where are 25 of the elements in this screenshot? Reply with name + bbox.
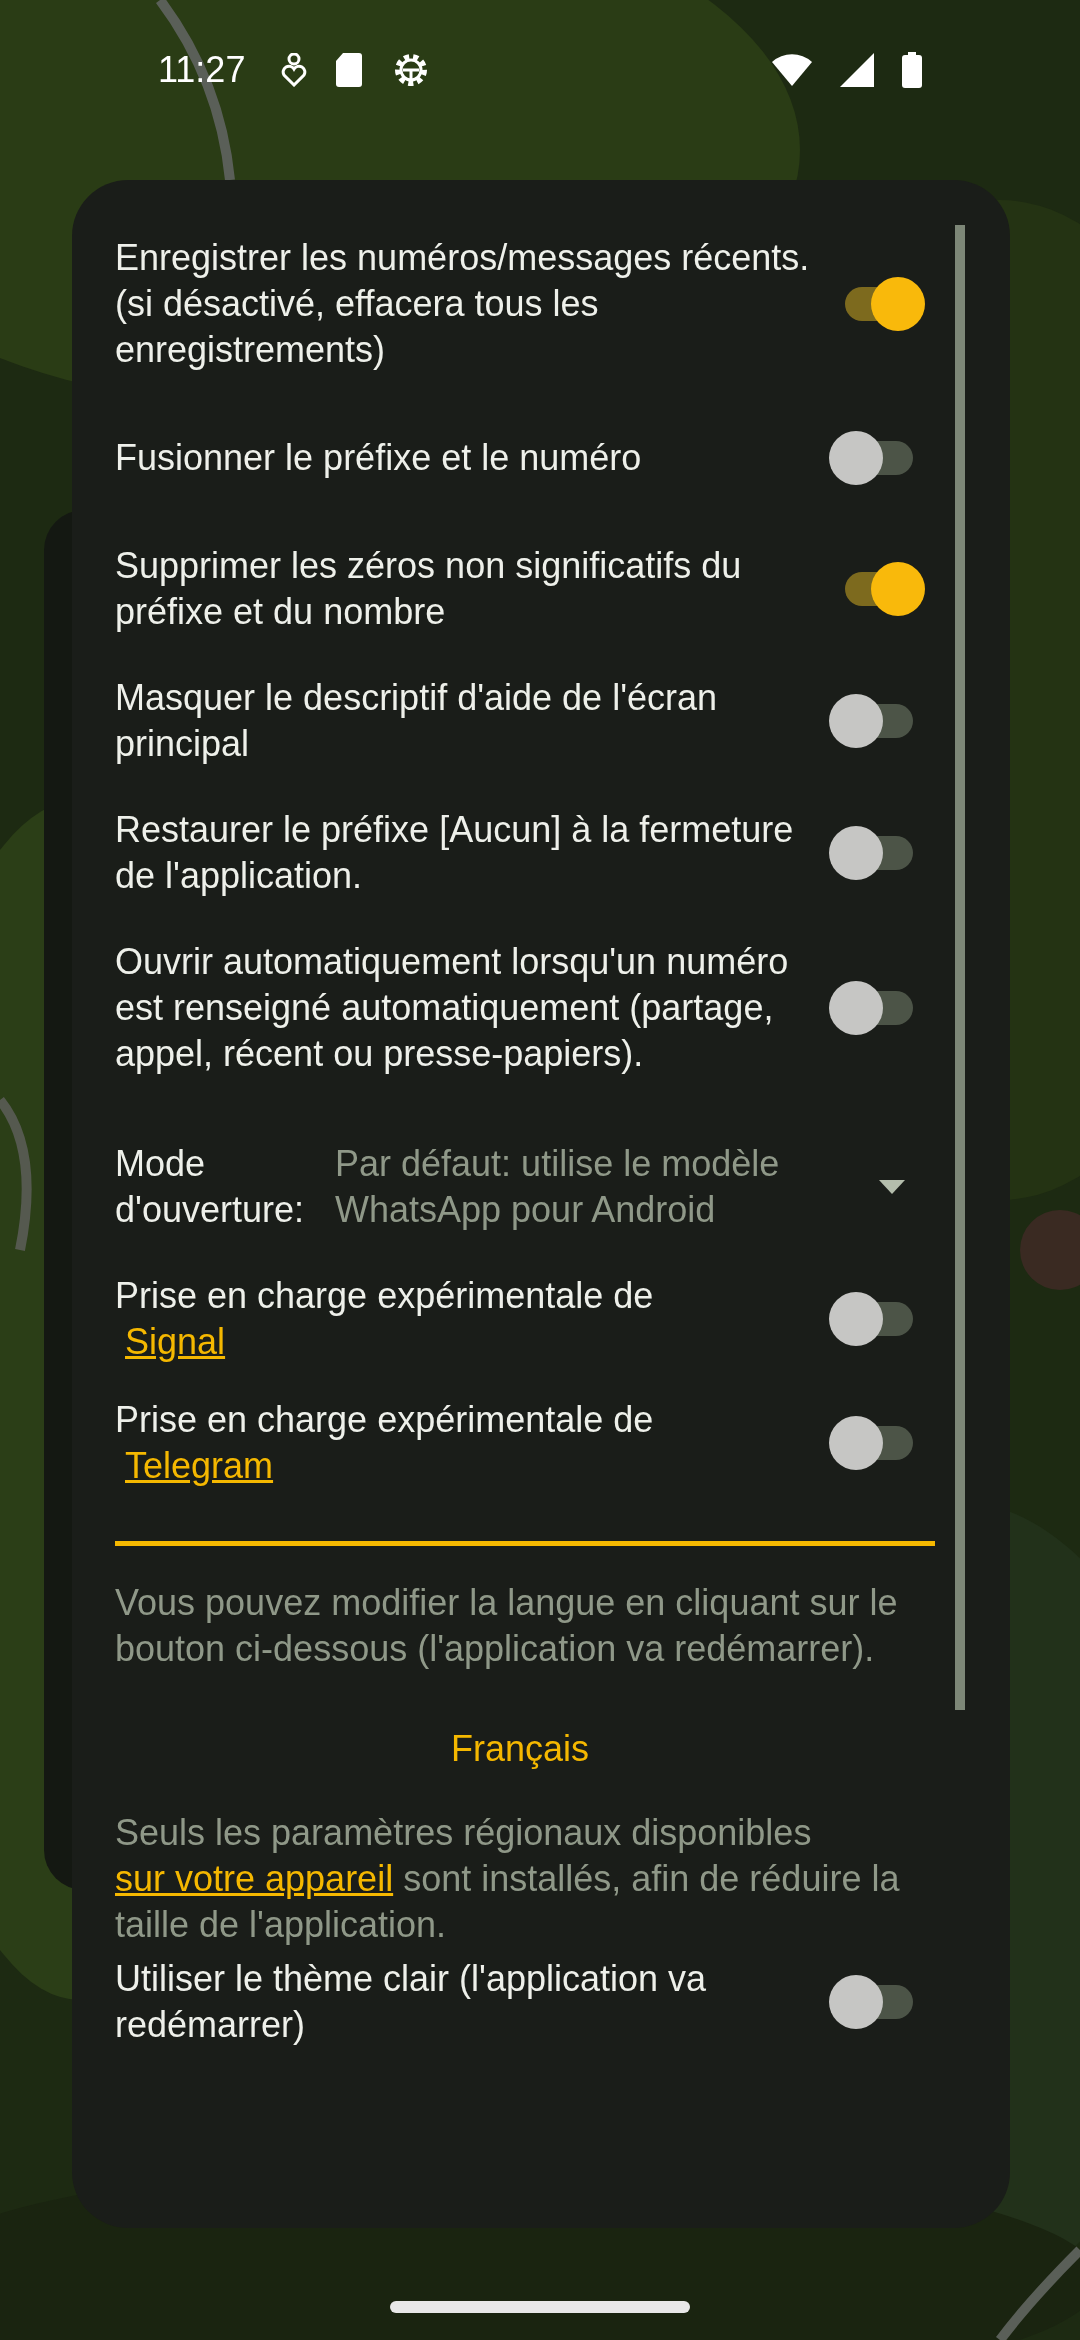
app-link[interactable]: Signal: [125, 1319, 226, 1365]
locale-note: Seuls les paramètres régionaux disponibles sur votre appareil sont installés, afin de réduire la taille de l'application.: [115, 1811, 901, 1947]
setting-label: Ouvrir automatiquement lorsqu'un numéro est renseigné automatiquement (partage, appel, récent ou presse-papiers).: [115, 940, 790, 1076]
setting-label: Prise en charge expérimentale de: [115, 1274, 654, 1318]
setting-label: Enregistrer les numéros/messages récents. (si désactivé, effacera tous les enregistrements): [115, 236, 811, 372]
caret-icon: [879, 1180, 905, 1194]
mode-dropdown[interactable]: Mode d'ouverture: Par défaut: utilise le modèle WhatsApp pour Android: [115, 1117, 925, 1257]
setting-label: Fusionner le préfixe et le numéro: [115, 436, 643, 480]
language-button[interactable]: Français: [430, 1710, 609, 1788]
dropdown-value: Par défaut: utilise le modèle WhatsApp pour Android: [335, 1142, 781, 1232]
dropdown-label: Mode d'ouverture:: [115, 1142, 305, 1232]
heart-person-icon: [281, 53, 308, 87]
battery-icon: [902, 52, 922, 88]
setting-label: Prise en charge expérimentale de: [115, 1398, 654, 1442]
setting-label: Restaurer le préfixe [Aucun] à la fermeture de l'application.: [115, 808, 795, 898]
signal-icon: [840, 53, 874, 87]
setting-label: Supprimer les zéros non significatifs du préfixe et du nombre: [115, 544, 743, 634]
status-time: 11:27: [158, 48, 246, 92]
device-link[interactable]: sur votre appareil: [115, 1858, 394, 1899]
app-link[interactable]: Telegram: [125, 1443, 274, 1489]
setting-label: Masquer le descriptif d'aide de l'écran principal: [115, 676, 719, 766]
language-info: Vous pouvez modifier la langue en cliquant sur le bouton ci-dessous (l'application va redémarrer).: [115, 1581, 899, 1671]
wifi-icon: [772, 54, 812, 86]
sd-card-icon: [335, 53, 364, 87]
setting-label: Utiliser le thème clair (l'application va redémarrer): [115, 1957, 708, 2047]
